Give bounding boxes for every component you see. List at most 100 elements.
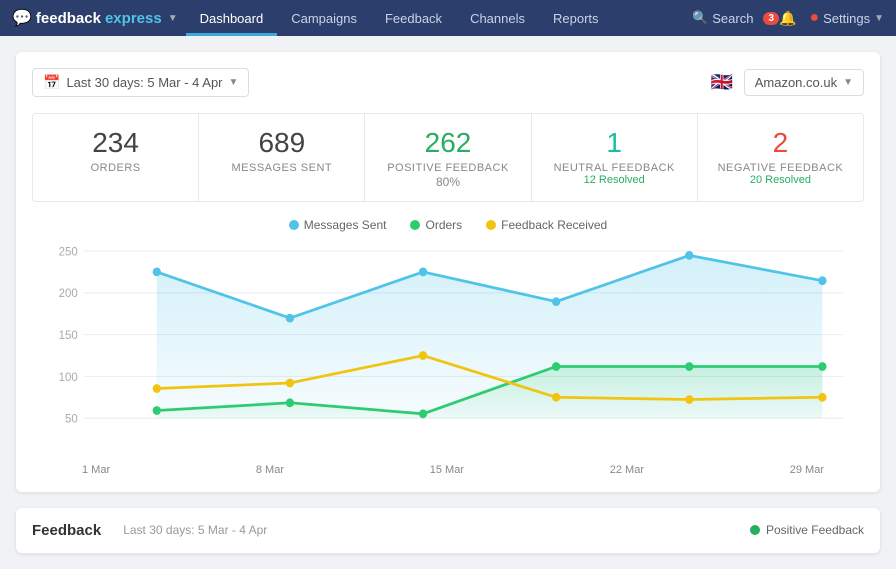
x-label-2: 8 Mar (256, 464, 284, 476)
x-label-4: 22 Mar (610, 464, 644, 476)
ord-dot-2 (286, 398, 294, 407)
messages-label: MESSAGES SENT (215, 162, 348, 174)
fb-dot-3 (419, 351, 427, 360)
positive-number: 262 (381, 126, 514, 160)
orders-label: ORDERS (49, 162, 182, 174)
orders-number: 234 (49, 126, 182, 160)
marketplace-label: Amazon.co.uk (755, 75, 837, 90)
positive-label: POSITIVE FEEDBACK (381, 162, 514, 174)
ord-dot-6 (818, 362, 826, 371)
nav-right: 🔍 Search 3 🔔 ● Settings ▼ (692, 9, 884, 27)
svg-text:100: 100 (59, 370, 79, 383)
marketplace-dropdown[interactable]: Amazon.co.uk ▼ (744, 69, 864, 96)
date-picker-arrow-icon: ▼ (229, 77, 239, 88)
x-axis-labels: 1 Mar 8 Mar 15 Mar 22 Mar 29 Mar (32, 460, 864, 476)
chart-legend: Messages Sent Orders Feedback Received (32, 218, 864, 232)
flag-icon: 🇬🇧 (708, 69, 736, 97)
chart-area: 250 200 150 100 50 (32, 240, 864, 460)
stat-orders: 234 ORDERS (33, 114, 199, 201)
main-content: 📅 Last 30 days: 5 Mar - 4 Apr ▼ 🇬🇧 Amazo… (0, 36, 896, 569)
msg-dot-3 (419, 267, 427, 276)
x-label-5: 29 Mar (790, 464, 824, 476)
x-label-1: 1 Mar (82, 464, 110, 476)
legend-feedback: Feedback Received (486, 218, 607, 232)
fb-dot-1 (153, 384, 161, 393)
fb-dot-4 (552, 392, 560, 401)
legend-dot-green (410, 220, 420, 230)
bottom-title: Feedback (32, 522, 101, 539)
svg-text:50: 50 (65, 412, 78, 425)
x-label-3: 15 Mar (430, 464, 464, 476)
bottom-legend: Positive Feedback (750, 523, 864, 537)
msg-dot-4 (552, 297, 560, 306)
search-label: Search (712, 11, 753, 26)
fb-dot-2 (286, 378, 294, 387)
bottom-card: Feedback Last 30 days: 5 Mar - 4 Apr Pos… (16, 508, 880, 553)
legend-orders-label: Orders (425, 218, 462, 232)
bottom-date: Last 30 days: 5 Mar - 4 Apr (123, 523, 267, 537)
notification-badge: 3 (763, 12, 779, 25)
neutral-label: NEUTRAL FEEDBACK (548, 162, 681, 174)
nav-item-channels[interactable]: Channels (456, 0, 539, 36)
legend-feedback-label: Feedback Received (501, 218, 607, 232)
negative-number: 2 (714, 126, 847, 160)
legend-dot-blue (289, 220, 299, 230)
negative-label: NEGATIVE FEEDBACK (714, 162, 847, 174)
neutral-resolved: 12 Resolved (548, 174, 681, 186)
stat-negative: 2 NEGATIVE FEEDBACK 20 Resolved (698, 114, 863, 201)
brand-feedback-text: feedback (36, 10, 101, 27)
marketplace-arrow-icon: ▼ (843, 77, 853, 88)
legend-messages-label: Messages Sent (304, 218, 387, 232)
msg-dot-2 (286, 313, 294, 322)
date-range-picker[interactable]: 📅 Last 30 days: 5 Mar - 4 Apr ▼ (32, 68, 249, 97)
settings-dot-icon: ● (809, 9, 819, 27)
search-icon: 🔍 (692, 10, 708, 26)
brand-logo[interactable]: 💬 feedbackexpress ▼ (12, 8, 178, 28)
settings-label: Settings (823, 11, 870, 26)
navbar: 💬 feedbackexpress ▼ Dashboard Campaigns … (0, 0, 896, 36)
notification-area[interactable]: 3 🔔 (763, 10, 799, 27)
msg-dot-6 (818, 276, 826, 285)
fb-dot-5 (685, 395, 693, 404)
bottom-legend-dot (750, 525, 760, 535)
negative-resolved: 20 Resolved (714, 174, 847, 186)
stat-messages: 689 MESSAGES SENT (199, 114, 365, 201)
filter-row: 📅 Last 30 days: 5 Mar - 4 Apr ▼ 🇬🇧 Amazo… (32, 68, 864, 97)
ord-dot-4 (552, 362, 560, 371)
svg-text:150: 150 (59, 328, 79, 341)
nav-item-feedback[interactable]: Feedback (371, 0, 456, 36)
ord-dot-1 (153, 406, 161, 415)
brand-express-text: express (105, 10, 162, 27)
msg-dot-5 (685, 251, 693, 260)
brand-dropdown-arrow[interactable]: ▼ (168, 13, 178, 24)
messages-number: 689 (215, 126, 348, 160)
ord-dot-3 (419, 409, 427, 418)
positive-sub: 80% (381, 175, 514, 189)
settings-button[interactable]: ● Settings ▼ (809, 9, 884, 27)
settings-arrow-icon: ▼ (874, 13, 884, 24)
stats-row: 234 ORDERS 689 MESSAGES SENT 262 POSITIV… (32, 113, 864, 202)
bell-icon: 🔔 (779, 10, 796, 27)
svg-text:200: 200 (59, 287, 79, 300)
nav-item-reports[interactable]: Reports (539, 0, 613, 36)
fb-dot-6 (818, 392, 826, 401)
nav-items: Dashboard Campaigns Feedback Channels Re… (186, 0, 613, 36)
chart-svg: 250 200 150 100 50 (32, 240, 864, 460)
marketplace-selector: 🇬🇧 Amazon.co.uk ▼ (708, 69, 864, 97)
dashboard-card: 📅 Last 30 days: 5 Mar - 4 Apr ▼ 🇬🇧 Amazo… (16, 52, 880, 492)
legend-messages: Messages Sent (289, 218, 387, 232)
legend-orders: Orders (410, 218, 462, 232)
stat-positive: 262 POSITIVE FEEDBACK 80% (365, 114, 531, 201)
svg-text:250: 250 (59, 245, 79, 258)
date-range-label: Last 30 days: 5 Mar - 4 Apr (66, 75, 222, 90)
nav-item-campaigns[interactable]: Campaigns (277, 0, 371, 36)
search-button[interactable]: 🔍 Search (692, 10, 753, 26)
brand-icon: 💬 (12, 8, 32, 28)
ord-dot-5 (685, 362, 693, 371)
stat-neutral: 1 NEUTRAL FEEDBACK 12 Resolved (532, 114, 698, 201)
bottom-legend-label: Positive Feedback (766, 523, 864, 537)
msg-dot-1 (153, 267, 161, 276)
calendar-icon: 📅 (43, 74, 60, 91)
nav-item-dashboard[interactable]: Dashboard (186, 0, 278, 36)
legend-dot-yellow (486, 220, 496, 230)
